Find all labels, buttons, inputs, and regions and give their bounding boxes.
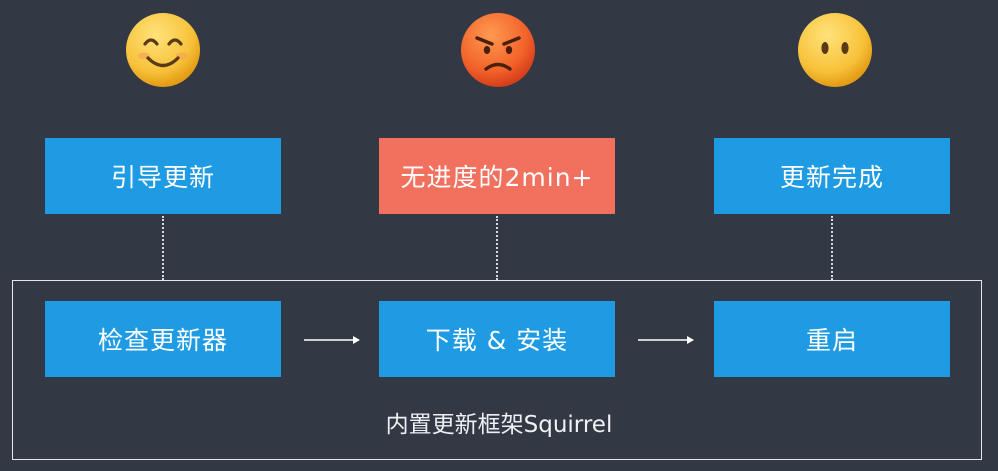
- download-install-label: 下载 & 安装: [425, 326, 569, 355]
- dotted-connector: [496, 216, 498, 280]
- guide-update-label: 引导更新: [110, 163, 215, 192]
- restart-box: 重启: [714, 301, 950, 377]
- smiling-face-icon: [124, 11, 202, 89]
- check-updater-label: 检查更新器: [97, 326, 228, 355]
- guide-update-box: 引导更新: [45, 138, 281, 214]
- right-arrow-icon: [303, 333, 361, 347]
- no-progress-box: 无进度的2min+: [379, 138, 615, 214]
- framework-caption: 内置更新框架Squirrel: [385, 412, 613, 438]
- download-install-box: 下载 & 安装: [379, 301, 615, 377]
- update-complete-box: 更新完成: [714, 138, 950, 214]
- dotted-connector: [162, 216, 164, 280]
- no-progress-label: 无进度的2min+: [400, 163, 594, 192]
- update-complete-label: 更新完成: [779, 163, 884, 192]
- check-updater-box: 检查更新器: [45, 301, 281, 377]
- angry-face-icon: [459, 11, 537, 89]
- restart-label: 重启: [805, 326, 858, 355]
- dotted-connector: [831, 216, 833, 280]
- neutral-face-icon: [796, 11, 874, 89]
- right-arrow-icon: [637, 333, 695, 347]
